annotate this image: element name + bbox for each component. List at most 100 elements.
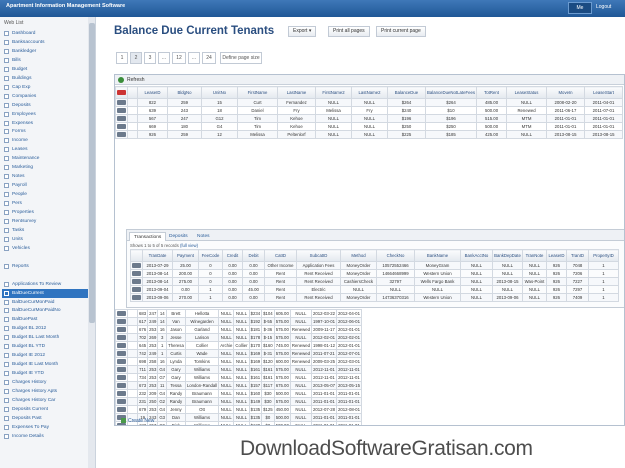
sidebar-item[interactable]: Maintenance: [2, 154, 88, 163]
table-row[interactable]: 742 249 1 Curtis Wade NULL NULL $169 $-31 575.00 R…: [115, 349, 362, 358]
column-header[interactable]: FirstName: [237, 86, 278, 99]
edit-icon[interactable]: [132, 279, 141, 285]
edit-icon[interactable]: [117, 124, 126, 130]
edit-icon[interactable]: [117, 343, 126, 349]
sidebar-item[interactable]: Deposits: [2, 101, 88, 110]
table-row[interactable]: 926 259 12 Melissa Peltenlorf NULL NULL $225 $18…: [115, 130, 624, 139]
column-header[interactable]: UnitNo: [201, 86, 238, 99]
column-header[interactable]: BankName: [414, 249, 461, 262]
column-header[interactable]: SubcatID: [296, 249, 341, 262]
table-row[interactable]: 617 249 14 Van Winegarden NULL NULL $192 $-55 575…: [115, 317, 362, 326]
edit-icon[interactable]: [117, 359, 126, 365]
sidebar-item[interactable]: Marketing: [2, 163, 88, 172]
column-header[interactable]: CheckNo: [376, 249, 415, 262]
sidebar-item[interactable]: Budget IE 2012: [2, 351, 88, 360]
sidebar-item[interactable]: Vehicles: [2, 244, 88, 253]
edit-icon[interactable]: [132, 263, 141, 269]
page-link-12[interactable]: 12: [172, 52, 186, 64]
column-header[interactable]: Credit: [222, 249, 243, 262]
sidebar-item[interactable]: Reports: [2, 262, 88, 271]
sidebar-item[interactable]: Budget BL 2012: [2, 324, 88, 333]
edit-icon[interactable]: [117, 108, 126, 114]
column-header[interactable]: LastName: [277, 86, 316, 99]
sidebar-item[interactable]: Deposits Past: [2, 414, 88, 423]
page-link-1[interactable]: 1: [116, 52, 128, 64]
sidebar-item[interactable]: Cap Exp: [2, 83, 88, 92]
edit-icon[interactable]: [132, 295, 141, 301]
table-row[interactable]: 683 247 14 Brett Hellotta NULL NULL $234 $104 605…: [115, 309, 362, 318]
table-row[interactable]: 679 253 G4 Jenny Ott NULL NULL $135 $125 450.00 NU…: [115, 405, 362, 414]
column-header[interactable]: LeaseID: [137, 86, 168, 99]
sidebar-item[interactable]: Budget BL YTD: [2, 342, 88, 351]
column-header[interactable]: TranDate: [142, 249, 173, 262]
edit-icon[interactable]: [117, 407, 126, 413]
sidebar-item[interactable]: Charges History Apts: [2, 387, 88, 396]
table-row[interactable]: 645 253 1 Theresa Collier Archie Collier $170 $1…: [115, 341, 362, 350]
edit-icon[interactable]: [117, 391, 126, 397]
sidebar-item[interactable]: Dashboard: [2, 29, 88, 38]
sidebar-item[interactable]: Expenses To Pay: [2, 423, 88, 432]
column-header[interactable]: CatID: [264, 249, 297, 262]
sidebar-item[interactable]: Rentsurvey: [2, 217, 88, 226]
sidebar-scrollbar[interactable]: [88, 17, 95, 468]
table-row[interactable]: 734 253 G7 Gary Williams NULL NULL $161 $161 575.…: [115, 373, 362, 382]
column-header[interactable]: PropertyID: [588, 249, 619, 262]
export-button[interactable]: Export ▾: [288, 26, 317, 37]
table-row[interactable]: 669 180 G4 Tim Kehoe NULL NULL $250 $250 500.00 MT…: [115, 122, 624, 131]
column-header[interactable]: BankAcctNo: [460, 249, 493, 262]
edit-icon[interactable]: [117, 116, 126, 122]
edit-icon[interactable]: [117, 367, 126, 373]
column-header[interactable]: TranNote: [522, 249, 547, 262]
sidebar-item[interactable]: Budget IE Last Month: [2, 360, 88, 369]
sidebar-item[interactable]: Pers: [2, 199, 88, 208]
table-row[interactable]: 231 250 G2 Randy Braumann NULL NULL $149 $30 575.…: [115, 397, 362, 406]
edit-icon[interactable]: [117, 335, 126, 341]
edit-icon[interactable]: [117, 375, 126, 381]
sidebar-item[interactable]: BalDuePast: [2, 315, 88, 324]
sidebar-item[interactable]: Expenses: [2, 119, 88, 128]
column-header[interactable]: Debit: [242, 249, 265, 262]
sidebar-item[interactable]: Leases: [2, 145, 88, 154]
column-header[interactable]: LeaseStart: [584, 86, 624, 99]
edit-icon[interactable]: [117, 100, 126, 106]
sidebar-item[interactable]: Banksaccounts: [2, 38, 88, 47]
print-current-button[interactable]: Print current page: [376, 26, 426, 37]
column-header[interactable]: Payment: [172, 249, 199, 262]
page-link-24[interactable]: 24: [202, 52, 216, 64]
edit-icon[interactable]: [117, 383, 126, 389]
column-header[interactable]: FirstName2: [315, 86, 352, 99]
sidebar-item[interactable]: Deposits Current: [2, 405, 88, 414]
tab-transactions[interactable]: Transactions: [129, 232, 167, 241]
column-header[interactable]: MoveIn: [546, 86, 586, 99]
delete-all-icon[interactable]: [117, 90, 126, 96]
page-size-button[interactable]: Define page size: [220, 52, 262, 64]
edit-icon[interactable]: [132, 271, 141, 277]
sidebar-item[interactable]: People: [2, 190, 88, 199]
sidebar-item[interactable]: BalDueCurrent: [2, 288, 88, 298]
sidebar-item[interactable]: Properties: [2, 208, 88, 217]
sidebar-item[interactable]: Buildings: [2, 74, 88, 83]
sidebar-item[interactable]: Bills: [2, 56, 88, 65]
edit-icon[interactable]: [132, 287, 141, 293]
tab-notes[interactable]: Notes: [193, 232, 214, 241]
sidebar-item[interactable]: Forms: [2, 127, 88, 136]
table-row[interactable]: 2013-09-06 270.00 1 0.00 0.00 Rent Rent Receiv…: [130, 293, 619, 302]
sidebar-item[interactable]: Tasks: [2, 226, 88, 235]
sidebar-item[interactable]: Budget BL Last Month: [2, 333, 88, 342]
sidebar-item[interactable]: Income: [2, 136, 88, 145]
full-view-link[interactable]: (full view): [180, 243, 198, 248]
create-new-button[interactable]: Create New: [121, 418, 154, 424]
column-header[interactable]: BldgNo: [167, 86, 202, 99]
refresh-button[interactable]: Refresh: [127, 77, 145, 83]
sidebar-item[interactable]: BalDueCurMonPaid: [2, 298, 88, 307]
table-row[interactable]: 702 269 3 Jesse Larison NULL NULL $178 $-15 575.0…: [115, 333, 362, 342]
table-row[interactable]: 822 259 15 Curt Fernandez NULL NULL $264 $264 485…: [115, 98, 624, 107]
sidebar-item[interactable]: Bankledger: [2, 47, 88, 56]
sidebar-item[interactable]: Applications To Review: [2, 280, 88, 289]
table-row[interactable]: 567 247 G12 Tim Kehoe NULL NULL $196 $196 515.00 M…: [115, 114, 624, 123]
edit-icon[interactable]: [117, 311, 126, 317]
table-row[interactable]: 639 243 18 Daniel Fry Melissa Fry $240 $10 500.00…: [115, 106, 624, 115]
sidebar-item[interactable]: Payroll: [2, 181, 88, 190]
sidebar-item[interactable]: BalDueCurMonPaidNo: [2, 306, 88, 315]
sidebar-item[interactable]: Charges History: [2, 378, 88, 387]
